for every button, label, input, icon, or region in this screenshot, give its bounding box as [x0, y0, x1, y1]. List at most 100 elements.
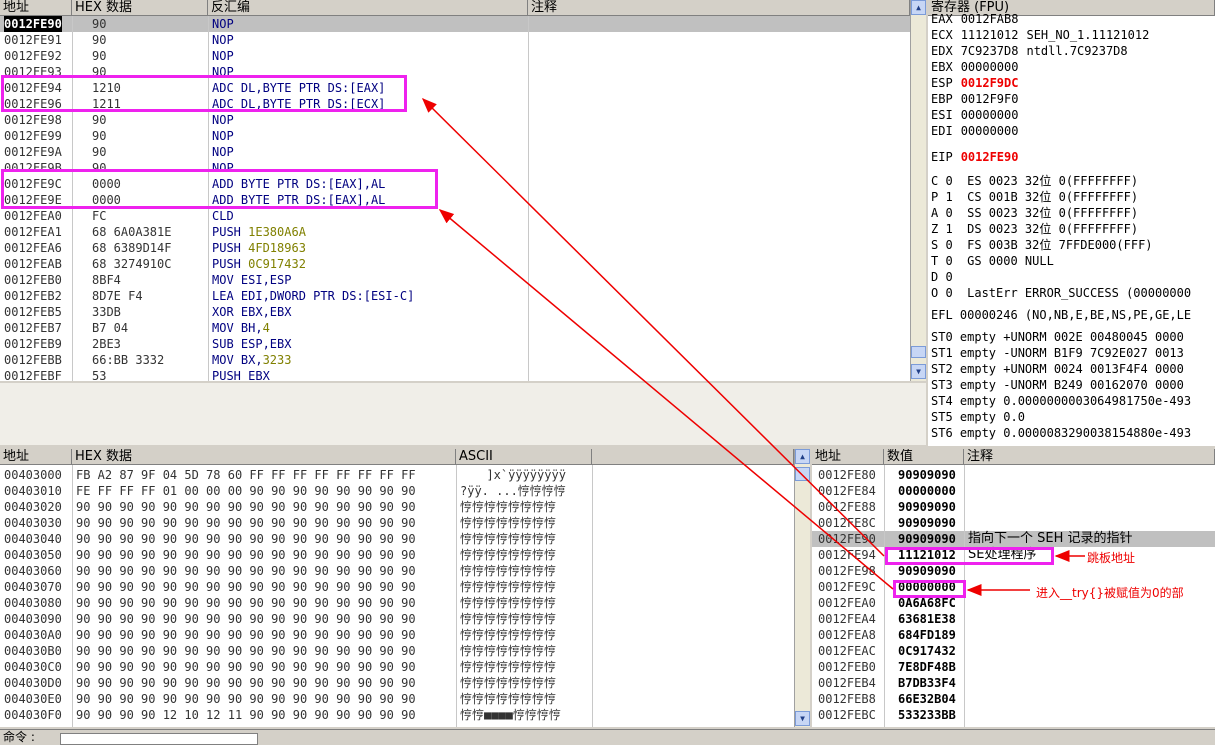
disasm-operand: 1E380A6A: [248, 225, 306, 239]
register-line[interactable]: ECX 11121012 SEH_NO_1.11121012: [931, 27, 1149, 43]
stack-row[interactable]: 0012FEB0 7E8DF48B: [812, 659, 1215, 675]
disasm-row[interactable]: 0012FEA1 68 6A0A381E PUSH 1E380A6A: [0, 224, 910, 240]
stack-header-addr[interactable]: 地址: [812, 449, 884, 465]
dump-header-ascii[interactable]: ASCII: [456, 449, 592, 465]
register-line[interactable]: ESI 00000000: [931, 107, 1026, 123]
scroll-up-icon[interactable]: ▲: [795, 449, 810, 464]
fpu-line[interactable]: ST6 empty 0.0000083290038154880e-493: [931, 425, 1191, 441]
dump-row[interactable]: 004030F0 90 90 90 90 12 10 12 11 90 90 90…: [0, 707, 794, 723]
scroll-down-icon[interactable]: ▼: [911, 364, 926, 379]
register-line[interactable]: EDI 00000000: [931, 123, 1026, 139]
disasm-row[interactable]: 0012FE90 90 NOP: [0, 16, 910, 32]
stack-row[interactable]: 0012FE88 90909090: [812, 499, 1215, 515]
register-line[interactable]: EBX 00000000: [931, 59, 1026, 75]
scroll-thumb[interactable]: [795, 467, 810, 481]
disasm-row[interactable]: 0012FE91 90 NOP: [0, 32, 910, 48]
dump-row[interactable]: 00403000 FB A2 87 9F 04 5D 78 60 FF FF FF…: [0, 467, 794, 483]
dump-row[interactable]: 004030C0 90 90 90 90 90 90 90 90 90 90 90…: [0, 659, 794, 675]
disasm-row[interactable]: 0012FEAB 68 3274910C PUSH 0C917432: [0, 256, 910, 272]
dump-row[interactable]: 00403080 90 90 90 90 90 90 90 90 90 90 90…: [0, 595, 794, 611]
disasm-hex: 53: [92, 369, 107, 381]
dump-pane[interactable]: 地址 HEX 数据 ASCII 00403000 FB A2 87 9F 04 5…: [0, 449, 810, 727]
register-line[interactable]: EAX 0012FAB8: [931, 11, 1026, 27]
disasm-address: 0012FEB2: [4, 289, 62, 303]
dump-scrollbar[interactable]: ▲ ▼: [794, 449, 810, 727]
disasm-header-hex[interactable]: HEX 数据: [72, 0, 208, 16]
disasm-row[interactable]: 0012FEA0 FC CLD: [0, 208, 910, 224]
dump-row[interactable]: 00403010 FE FF FF FF 01 00 00 00 90 90 90…: [0, 483, 794, 499]
disasm-row[interactable]: 0012FE99 90 NOP: [0, 128, 910, 144]
dump-header-hex[interactable]: HEX 数据: [72, 449, 456, 465]
disasm-row[interactable]: 0012FEB9 2BE3 SUB ESP,EBX: [0, 336, 910, 352]
disasm-row[interactable]: 0012FEBF 53 PUSH EBX: [0, 368, 910, 381]
disasm-scrollbar[interactable]: ▲ ▼: [910, 0, 926, 381]
stack-row[interactable]: 0012FE84 00000000: [812, 483, 1215, 499]
dump-row[interactable]: 004030A0 90 90 90 90 90 90 90 90 90 90 90…: [0, 627, 794, 643]
dump-row[interactable]: 00403040 90 90 90 90 90 90 90 90 90 90 90…: [0, 531, 794, 547]
register-line[interactable]: EDX 7C9237D8 ntdll.7C9237D8: [931, 43, 1128, 59]
stack-row[interactable]: 0012FEA4 63681E38: [812, 611, 1215, 627]
stack-row[interactable]: 0012FE90 90909090 指向下一个 SEH 记录的指针: [812, 531, 1215, 547]
disasm-row[interactable]: 0012FEA6 68 6389D14F PUSH 4FD18963: [0, 240, 910, 256]
disasm-instruction: LEA EDI,DWORD PTR DS:[ESI-C]: [212, 289, 415, 303]
command-input[interactable]: [60, 733, 258, 745]
flag-line[interactable]: T 0 GS 0000 NULL: [931, 253, 1054, 269]
disasm-header-addr[interactable]: 地址: [0, 0, 72, 16]
flag-line[interactable]: D 0: [931, 269, 953, 285]
efl-line[interactable]: EFL 00000246 (NO,NB,E,BE,NS,PE,GE,LE: [931, 307, 1191, 323]
dump-ascii: 悙悙悙悙悙悙悙悙: [460, 548, 557, 562]
disasm-header-comment[interactable]: 注释: [528, 0, 910, 16]
dump-row[interactable]: 00403070 90 90 90 90 90 90 90 90 90 90 90…: [0, 579, 794, 595]
scroll-up-icon[interactable]: ▲: [911, 0, 926, 15]
fpu-line[interactable]: ST3 empty -UNORM B249 00162070 0000: [931, 377, 1184, 393]
flag-line[interactable]: O 0 LastErr ERROR_SUCCESS (00000000: [931, 285, 1191, 301]
disasm-header-asm[interactable]: 反汇编: [208, 0, 528, 16]
stack-row[interactable]: 0012FEB4 B7DB33F4: [812, 675, 1215, 691]
flag-line[interactable]: A 0 SS 0023 32位 0(FFFFFFFF): [931, 205, 1138, 221]
register-line-eip[interactable]: EIP 0012FE90: [931, 149, 1018, 165]
flag-line[interactable]: P 1 CS 001B 32位 0(FFFFFFFF): [931, 189, 1138, 205]
disasm-row[interactable]: 0012FEB5 33DB XOR EBX,EBX: [0, 304, 910, 320]
register-line[interactable]: EBP 0012F9F0: [931, 91, 1026, 107]
disasm-row[interactable]: 0012FEB2 8D7E F4 LEA EDI,DWORD PTR DS:[ESI…: [0, 288, 910, 304]
stack-row[interactable]: 0012FEBC 533233BB: [812, 707, 1215, 723]
disasm-row[interactable]: 0012FE92 90 NOP: [0, 48, 910, 64]
disasm-row[interactable]: 0012FEB0 8BF4 MOV ESI,ESP: [0, 272, 910, 288]
dump-row[interactable]: 004030D0 90 90 90 90 90 90 90 90 90 90 90…: [0, 675, 794, 691]
flag-line[interactable]: S 0 FS 003B 32位 7FFDE000(FFF): [931, 237, 1153, 253]
fpu-line[interactable]: ST0 empty +UNORM 002E 00480045 0000: [931, 329, 1184, 345]
disasm-row[interactable]: 0012FEB7 B7 04 MOV BH,4: [0, 320, 910, 336]
stack-row[interactable]: 0012FE80 90909090: [812, 467, 1215, 483]
scroll-down-icon[interactable]: ▼: [795, 711, 810, 726]
stack-row[interactable]: 0012FE98 90909090: [812, 563, 1215, 579]
dump-row[interactable]: 00403050 90 90 90 90 90 90 90 90 90 90 90…: [0, 547, 794, 563]
disasm-row[interactable]: 0012FEBB 66:BB 3332 MOV BX,3233: [0, 352, 910, 368]
dump-row[interactable]: 00403090 90 90 90 90 90 90 90 90 90 90 90…: [0, 611, 794, 627]
stack-header-comment[interactable]: 注释: [964, 449, 1215, 465]
disasm-instruction: CLD: [212, 209, 234, 223]
fpu-line[interactable]: ST2 empty +UNORM 0024 0013F4F4 0000: [931, 361, 1184, 377]
register-line[interactable]: ESP 0012F9DC: [931, 75, 1026, 91]
dump-ascii: 悙悙悙悙悙悙悙悙: [460, 644, 557, 658]
dump-header-addr[interactable]: 地址: [0, 449, 72, 465]
dump-row[interactable]: 00403060 90 90 90 90 90 90 90 90 90 90 90…: [0, 563, 794, 579]
dump-row[interactable]: 004030B0 90 90 90 90 90 90 90 90 90 90 90…: [0, 643, 794, 659]
dump-row[interactable]: 00403030 90 90 90 90 90 90 90 90 90 90 90…: [0, 515, 794, 531]
stack-row[interactable]: 0012FEAC 0C917432: [812, 643, 1215, 659]
stack-header-value[interactable]: 数值: [884, 449, 964, 465]
flag-line[interactable]: Z 1 DS 0023 32位 0(FFFFFFFF): [931, 221, 1138, 237]
dump-row[interactable]: 00403020 90 90 90 90 90 90 90 90 90 90 90…: [0, 499, 794, 515]
fpu-line[interactable]: ST1 empty -UNORM B1F9 7C92E027 0013: [931, 345, 1184, 361]
stack-row[interactable]: 0012FEB8 66E32B04: [812, 691, 1215, 707]
fpu-line[interactable]: ST5 empty 0.0: [931, 409, 1025, 425]
fpu-line[interactable]: ST4 empty 0.0000000003064981750e-493: [931, 393, 1191, 409]
dump-row[interactable]: 004030E0 90 90 90 90 90 90 90 90 90 90 90…: [0, 691, 794, 707]
stack-row[interactable]: 0012FE8C 90909090: [812, 515, 1215, 531]
disasm-row[interactable]: 0012FE9A 90 NOP: [0, 144, 910, 160]
flag-line[interactable]: C 0 ES 0023 32位 0(FFFFFFFF): [931, 173, 1138, 189]
stack-address: 0012FEB0: [818, 660, 876, 674]
disasm-operand: 0C917432: [248, 257, 306, 271]
disasm-row[interactable]: 0012FE98 90 NOP: [0, 112, 910, 128]
stack-row[interactable]: 0012FEA8 684FD189: [812, 627, 1215, 643]
scroll-thumb[interactable]: [911, 346, 926, 358]
